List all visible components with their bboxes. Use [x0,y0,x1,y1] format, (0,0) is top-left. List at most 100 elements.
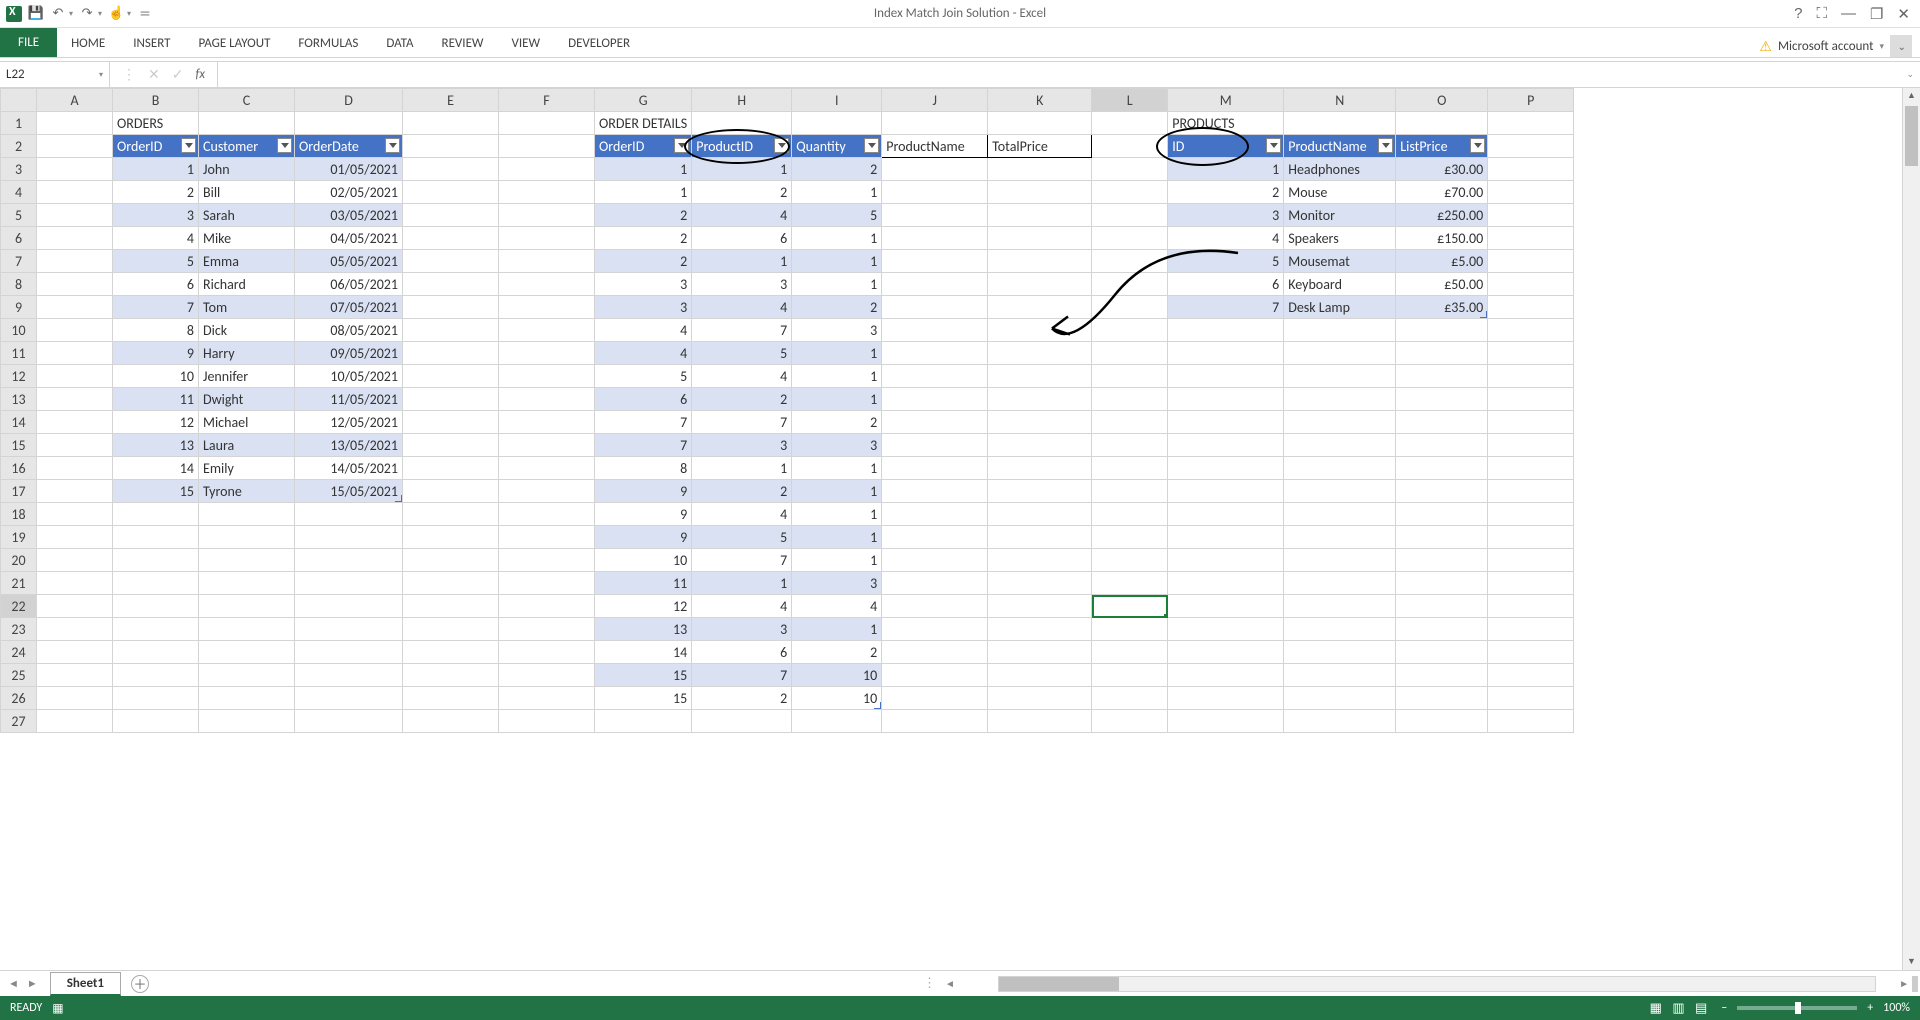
tab-home[interactable]: HOME [57,30,119,57]
cell-H10[interactable]: 7 [692,319,792,342]
cell-H4[interactable]: 2 [692,181,792,204]
cell-B26[interactable] [113,687,199,710]
cell-J15[interactable] [882,434,988,457]
row-header-26[interactable]: 26 [1,687,37,710]
cell-J5[interactable] [882,204,988,227]
row-header-1[interactable]: 1 [1,112,37,135]
cell-H26[interactable]: 2 [692,687,792,710]
cell-J1[interactable] [882,112,988,135]
cell-G18[interactable]: 9 [595,503,692,526]
cell-B9[interactable]: 7 [113,296,199,319]
filter-dropdown-icon[interactable] [1378,138,1393,153]
cell-P13[interactable] [1488,388,1574,411]
cell-P18[interactable] [1488,503,1574,526]
cell-L23[interactable] [1092,618,1168,641]
cell-F1[interactable] [499,112,595,135]
cell-F26[interactable] [499,687,595,710]
cell-D21[interactable] [295,572,403,595]
cell-F7[interactable] [499,250,595,273]
cell-M1[interactable]: PRODUCTS [1168,112,1284,135]
column-header-E[interactable]: E [403,89,499,112]
cell-H8[interactable]: 3 [692,273,792,296]
filter-dropdown-icon[interactable] [1470,138,1485,153]
cell-J3[interactable] [882,158,988,181]
cell-C14[interactable]: Michael [199,411,295,434]
cell-K21[interactable] [988,572,1092,595]
cell-K13[interactable] [988,388,1092,411]
cell-B16[interactable]: 14 [113,457,199,480]
cell-J27[interactable] [882,710,988,733]
cell-N13[interactable] [1284,388,1396,411]
cell-D1[interactable] [295,112,403,135]
cell-B8[interactable]: 6 [113,273,199,296]
cell-M7[interactable]: 5 [1168,250,1284,273]
undo-icon[interactable]: ↶ [50,6,66,22]
cell-C15[interactable]: Laura [199,434,295,457]
row-header-19[interactable]: 19 [1,526,37,549]
hscroll-split-icon[interactable]: ⋮ [917,976,942,991]
cell-F27[interactable] [499,710,595,733]
cell-A5[interactable] [37,204,113,227]
cell-M27[interactable] [1168,710,1284,733]
cell-E10[interactable] [403,319,499,342]
close-icon[interactable]: ✕ [1897,5,1910,23]
cell-C13[interactable]: Dwight [199,388,295,411]
cell-L25[interactable] [1092,664,1168,687]
cell-I26[interactable]: 10 [792,687,882,710]
qat-customize-icon[interactable]: ＝ [137,6,153,22]
cell-N27[interactable] [1284,710,1396,733]
cell-F11[interactable] [499,342,595,365]
cell-L1[interactable] [1092,112,1168,135]
row-header-6[interactable]: 6 [1,227,37,250]
cell-M14[interactable] [1168,411,1284,434]
cell-G5[interactable]: 2 [595,204,692,227]
row-header-9[interactable]: 9 [1,296,37,319]
cell-K27[interactable] [988,710,1092,733]
cell-I4[interactable]: 1 [792,181,882,204]
expand-formula-bar-icon[interactable]: ⌄ [1906,69,1914,80]
cell-F23[interactable] [499,618,595,641]
filter-dropdown-icon[interactable] [1266,138,1281,153]
cell-O25[interactable] [1396,664,1488,687]
cell-F10[interactable] [499,319,595,342]
add-sheet-button[interactable]: ＋ [131,975,149,993]
cell-N20[interactable] [1284,549,1396,572]
cell-N25[interactable] [1284,664,1396,687]
cell-I20[interactable]: 1 [792,549,882,572]
row-header-16[interactable]: 16 [1,457,37,480]
cell-N10[interactable] [1284,319,1396,342]
cell-K8[interactable] [988,273,1092,296]
cell-O13[interactable] [1396,388,1488,411]
cell-J11[interactable] [882,342,988,365]
cell-C11[interactable]: Harry [199,342,295,365]
cell-G11[interactable]: 4 [595,342,692,365]
cell-M5[interactable]: 3 [1168,204,1284,227]
cell-C10[interactable]: Dick [199,319,295,342]
cell-N15[interactable] [1284,434,1396,457]
cell-F3[interactable] [499,158,595,181]
cell-N4[interactable]: Mouse [1284,181,1396,204]
row-header-14[interactable]: 14 [1,411,37,434]
cell-I15[interactable]: 3 [792,434,882,457]
cell-E6[interactable] [403,227,499,250]
table-header-orderdate[interactable]: OrderDate [295,135,403,158]
cell-I11[interactable]: 1 [792,342,882,365]
cell-K15[interactable] [988,434,1092,457]
cell-D16[interactable]: 14/05/2021 [295,457,403,480]
cell-O6[interactable]: £150.00 [1396,227,1488,250]
filter-dropdown-icon[interactable] [864,138,879,153]
cell-A6[interactable] [37,227,113,250]
cell-O10[interactable] [1396,319,1488,342]
cell-P27[interactable] [1488,710,1574,733]
cell-L22[interactable] [1092,595,1168,618]
cell-O26[interactable] [1396,687,1488,710]
cell-E15[interactable] [403,434,499,457]
cell-C7[interactable]: Emma [199,250,295,273]
hscroll-splitter[interactable] [1912,976,1918,992]
cell-P11[interactable] [1488,342,1574,365]
cell-H11[interactable]: 5 [692,342,792,365]
cell-B25[interactable] [113,664,199,687]
cell-M17[interactable] [1168,480,1284,503]
cell-B24[interactable] [113,641,199,664]
cell-O18[interactable] [1396,503,1488,526]
